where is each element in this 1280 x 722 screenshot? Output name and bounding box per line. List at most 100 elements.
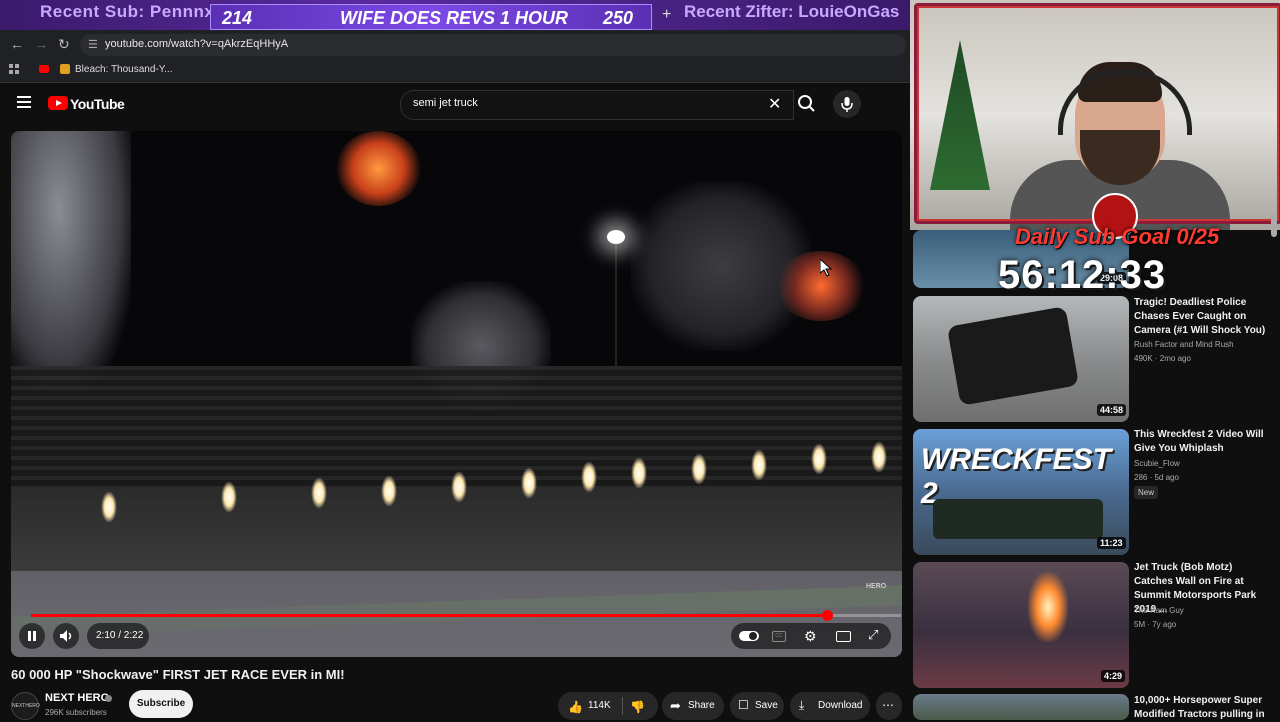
- recommendations-scrollbar[interactable]: [1271, 215, 1277, 237]
- subscriber-count: 296K subscribers: [45, 708, 107, 717]
- time-display: 2:10 / 2:22: [96, 630, 144, 641]
- channel-avatar[interactable]: NEXTHERO: [11, 692, 40, 720]
- miniplayer-icon[interactable]: [836, 631, 851, 642]
- save-button[interactable]: ☐ Save: [730, 692, 784, 720]
- pyro-spark: [871, 441, 887, 473]
- mouse-cursor-icon: [820, 259, 832, 277]
- fireball: [336, 131, 421, 206]
- progress-played[interactable]: [31, 614, 828, 617]
- pyro-spark: [581, 461, 597, 493]
- light-pole: [615, 243, 617, 383]
- forward-icon[interactable]: →: [34, 36, 48, 52]
- bookmark-bleach[interactable]: Bleach: Thousand-Y...: [75, 64, 172, 75]
- recommendation-title[interactable]: This Wreckfest 2 Video Will Give You Whi…: [1134, 428, 1272, 456]
- bookmark-icon: ☐: [738, 698, 749, 712]
- webcam-frame: [914, 3, 1280, 224]
- goal-bar-text: WIFE DOES REVS 1 HOUR: [340, 8, 569, 28]
- stadium-light: [607, 230, 625, 244]
- new-badge: New: [1134, 486, 1159, 499]
- search-icon: [798, 95, 815, 112]
- apps-icon[interactable]: [9, 64, 19, 74]
- pause-icon: [28, 631, 36, 641]
- pyro-spark: [691, 453, 707, 485]
- subscribe-button[interactable]: Subscribe: [129, 690, 193, 718]
- pause-button[interactable]: [19, 623, 45, 649]
- hamburger-menu-icon[interactable]: [17, 96, 31, 108]
- like-icon[interactable]: 👍: [568, 700, 583, 714]
- pyro-spark: [311, 477, 327, 509]
- video-duration: 11:23: [1097, 537, 1126, 549]
- clear-search-icon[interactable]: ✕: [768, 94, 781, 114]
- url-text[interactable]: youtube.com/watch?v=qAkrzEqHHyA: [105, 38, 288, 50]
- channel-name[interactable]: NEXT HERO: [45, 692, 109, 704]
- search-query[interactable]: semi jet truck: [413, 97, 478, 109]
- recommendation-meta: 5M · 7y ago: [1134, 620, 1177, 629]
- truck-image: [946, 306, 1080, 406]
- save-label: Save: [755, 700, 778, 711]
- recommendation-channel[interactable]: The Ram Guy: [1134, 606, 1184, 615]
- recommendation-thumbnail[interactable]: 44:58: [913, 296, 1129, 422]
- video-duration: 44:58: [1097, 404, 1127, 416]
- back-icon[interactable]: ←: [10, 36, 24, 52]
- smoke-cloud: [11, 131, 131, 391]
- daily-sub-goal: Daily Sub Goal 0/25: [1015, 224, 1220, 249]
- fullscreen-icon[interactable]: ⤢: [868, 627, 878, 643]
- youtube-bookmark-icon[interactable]: [39, 65, 49, 73]
- volume-icon: [60, 630, 72, 642]
- pyro-spark: [811, 443, 827, 475]
- like-dislike-group: 👍 114K 👎: [558, 692, 658, 720]
- reload-icon[interactable]: ↻: [58, 36, 70, 53]
- recommendation-channel[interactable]: Rush Factor and Mind Rush: [1134, 340, 1234, 349]
- goal-count-right: 250: [603, 8, 634, 28]
- new-tab-icon[interactable]: +: [662, 6, 671, 24]
- autoplay-toggle[interactable]: [739, 631, 759, 641]
- pyro-spark: [381, 475, 397, 507]
- recommendation-thumbnail[interactable]: WRECKFEST 2 11:23: [913, 429, 1129, 555]
- download-label: Download: [818, 700, 863, 711]
- share-button[interactable]: ➦ Share: [662, 692, 724, 720]
- download-button[interactable]: ⤓ Download: [790, 692, 870, 720]
- youtube-wordmark[interactable]: YouTube: [70, 96, 125, 112]
- pyro-spark: [521, 467, 537, 499]
- dislike-icon[interactable]: 👎: [630, 700, 645, 714]
- video-player[interactable]: HERO 2:10 / 2:22 CC ⚙ ⤢: [11, 131, 902, 657]
- channel-watermark: HERO: [866, 583, 887, 590]
- site-info-icon[interactable]: ☰: [88, 38, 98, 51]
- pyro-spark: [101, 491, 117, 523]
- share-icon: ➦: [670, 698, 681, 713]
- divider: [622, 697, 623, 715]
- settings-gear-icon[interactable]: ⚙: [804, 628, 817, 645]
- recommendation-channel[interactable]: Scubie_Flow: [1134, 459, 1180, 468]
- progress-scrubber[interactable]: [822, 610, 834, 621]
- youtube-logo-icon[interactable]: [48, 96, 68, 110]
- recommendation-title[interactable]: Tragic! Deadliest Police Chases Ever Cau…: [1134, 296, 1272, 338]
- like-count[interactable]: 114K: [588, 700, 611, 711]
- captions-icon[interactable]: CC: [772, 631, 786, 642]
- more-actions-button[interactable]: ⋯: [876, 692, 902, 720]
- video-title: 60 000 HP "Shockwave" FIRST JET RACE EVE…: [11, 667, 345, 682]
- search-button[interactable]: [792, 90, 822, 118]
- recommendation-thumbnail[interactable]: [913, 694, 1129, 720]
- recent-sub-text: Recent Sub: Pennnx: [40, 2, 215, 21]
- download-icon: ⤓: [799, 698, 805, 712]
- recommendation-meta: 490K · 2mo ago: [1134, 354, 1191, 363]
- verified-badge-icon: [105, 695, 112, 702]
- video-duration: 4:29: [1101, 670, 1126, 682]
- cars-image: [933, 499, 1103, 539]
- microphone-icon: [841, 97, 853, 112]
- pyro-spark: [751, 449, 767, 481]
- pyro-spark: [221, 481, 237, 513]
- voice-search-button[interactable]: [833, 90, 861, 118]
- volume-button[interactable]: [53, 623, 79, 649]
- pyro-spark: [631, 457, 647, 489]
- recommendation-meta: 286 · 5d ago: [1134, 473, 1179, 482]
- recent-zifter-text: Recent Zifter: LouieOnGas: [684, 2, 900, 21]
- share-label: Share: [688, 700, 715, 711]
- goal-count-left: 214: [222, 8, 253, 28]
- bleach-bookmark-icon[interactable]: [60, 64, 70, 74]
- more-horizontal-icon: ⋯: [882, 698, 894, 712]
- recommendation-title[interactable]: 10,000+ Horsepower Super Modified Tracto…: [1134, 694, 1272, 722]
- countdown-timer: 56:12:33: [998, 253, 1167, 297]
- recommendation-thumbnail[interactable]: 4:29: [913, 562, 1129, 688]
- flame-image: [1028, 572, 1068, 642]
